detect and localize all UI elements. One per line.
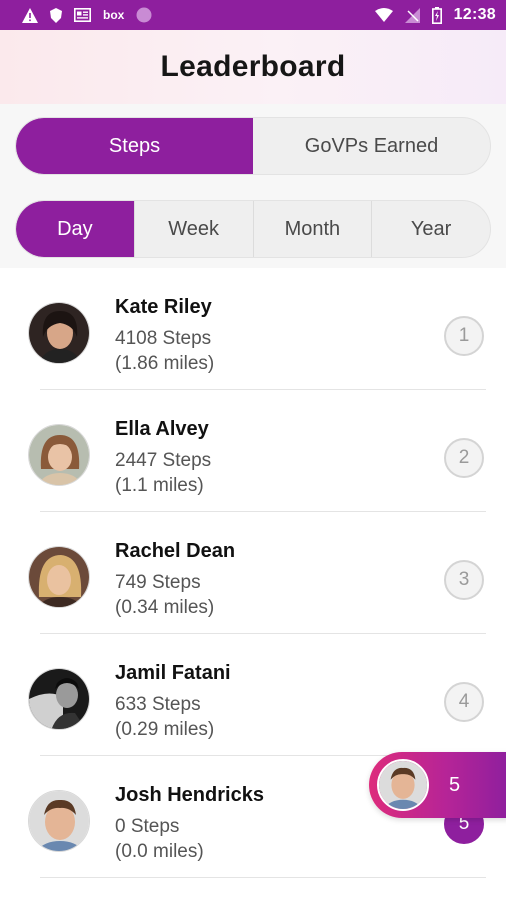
filter-controls: Steps GoVPs Earned Day Week Month Year — [0, 104, 506, 268]
mile-count: (1.86 miles) — [115, 353, 215, 374]
tab-year[interactable]: Year — [371, 201, 490, 257]
avatar — [28, 790, 90, 852]
leaderboard-row[interactable]: Rachel Dean 749 Steps (0.34 miles) 3 — [0, 512, 506, 634]
user-name: Rachel Dean — [115, 540, 236, 562]
status-time: 12:38 — [453, 6, 496, 23]
step-count: 0 Steps — [115, 816, 180, 837]
tab-month[interactable]: Month — [252, 201, 372, 257]
rank-badge: 4 — [444, 682, 484, 722]
user-name: Ella Alvey — [115, 418, 209, 440]
user-name: Kate Riley — [115, 296, 212, 318]
user-name: Josh Hendricks — [115, 784, 264, 806]
step-count: 4108 Steps — [115, 328, 212, 349]
step-count: 749 Steps — [115, 572, 201, 593]
my-rank-number: 5 — [449, 773, 461, 796]
tab-week[interactable]: Week — [133, 201, 253, 257]
news-icon — [74, 8, 91, 22]
no-signal-icon — [404, 7, 420, 23]
tab-day[interactable]: Day — [16, 201, 134, 257]
rank-badge: 3 — [444, 560, 484, 600]
box-app-icon: box — [103, 8, 125, 22]
status-bar: box 12:38 — [0, 0, 506, 30]
wifi-icon — [374, 8, 393, 22]
my-rank-pill[interactable]: 5 — [369, 752, 506, 818]
leaderboard-row[interactable]: Kate Riley 4108 Steps (1.86 miles) 1 — [0, 268, 506, 390]
step-count: 2447 Steps — [115, 450, 212, 471]
battery-charging-icon — [431, 6, 442, 24]
rank-badge: 2 — [444, 438, 484, 478]
tab-steps[interactable]: Steps — [16, 118, 253, 174]
circle-app-icon — [136, 7, 152, 23]
period-tabs: Day Week Month Year — [15, 200, 491, 258]
mile-count: (0.34 miles) — [115, 597, 215, 618]
avatar — [28, 546, 90, 608]
metric-tabs: Steps GoVPs Earned — [15, 117, 491, 175]
mile-count: (0.0 miles) — [115, 841, 204, 862]
leaderboard-row[interactable]: Jamil Fatani 633 Steps (0.29 miles) 4 — [0, 634, 506, 756]
divider — [40, 877, 486, 878]
avatar — [28, 424, 90, 486]
my-avatar — [377, 759, 429, 811]
avatar — [28, 668, 90, 730]
page-title: Leaderboard — [160, 50, 346, 83]
mile-count: (1.1 miles) — [115, 475, 204, 496]
rank-badge: 1 — [444, 316, 484, 356]
shield-icon — [50, 7, 62, 23]
warning-icon — [22, 7, 38, 23]
tab-govps-earned[interactable]: GoVPs Earned — [253, 118, 490, 174]
leaderboard-row[interactable]: Ella Alvey 2447 Steps (1.1 miles) 2 — [0, 390, 506, 512]
step-count: 633 Steps — [115, 694, 201, 715]
mile-count: (0.29 miles) — [115, 719, 215, 740]
user-name: Jamil Fatani — [115, 662, 231, 684]
header: Leaderboard — [0, 30, 506, 104]
avatar — [28, 302, 90, 364]
